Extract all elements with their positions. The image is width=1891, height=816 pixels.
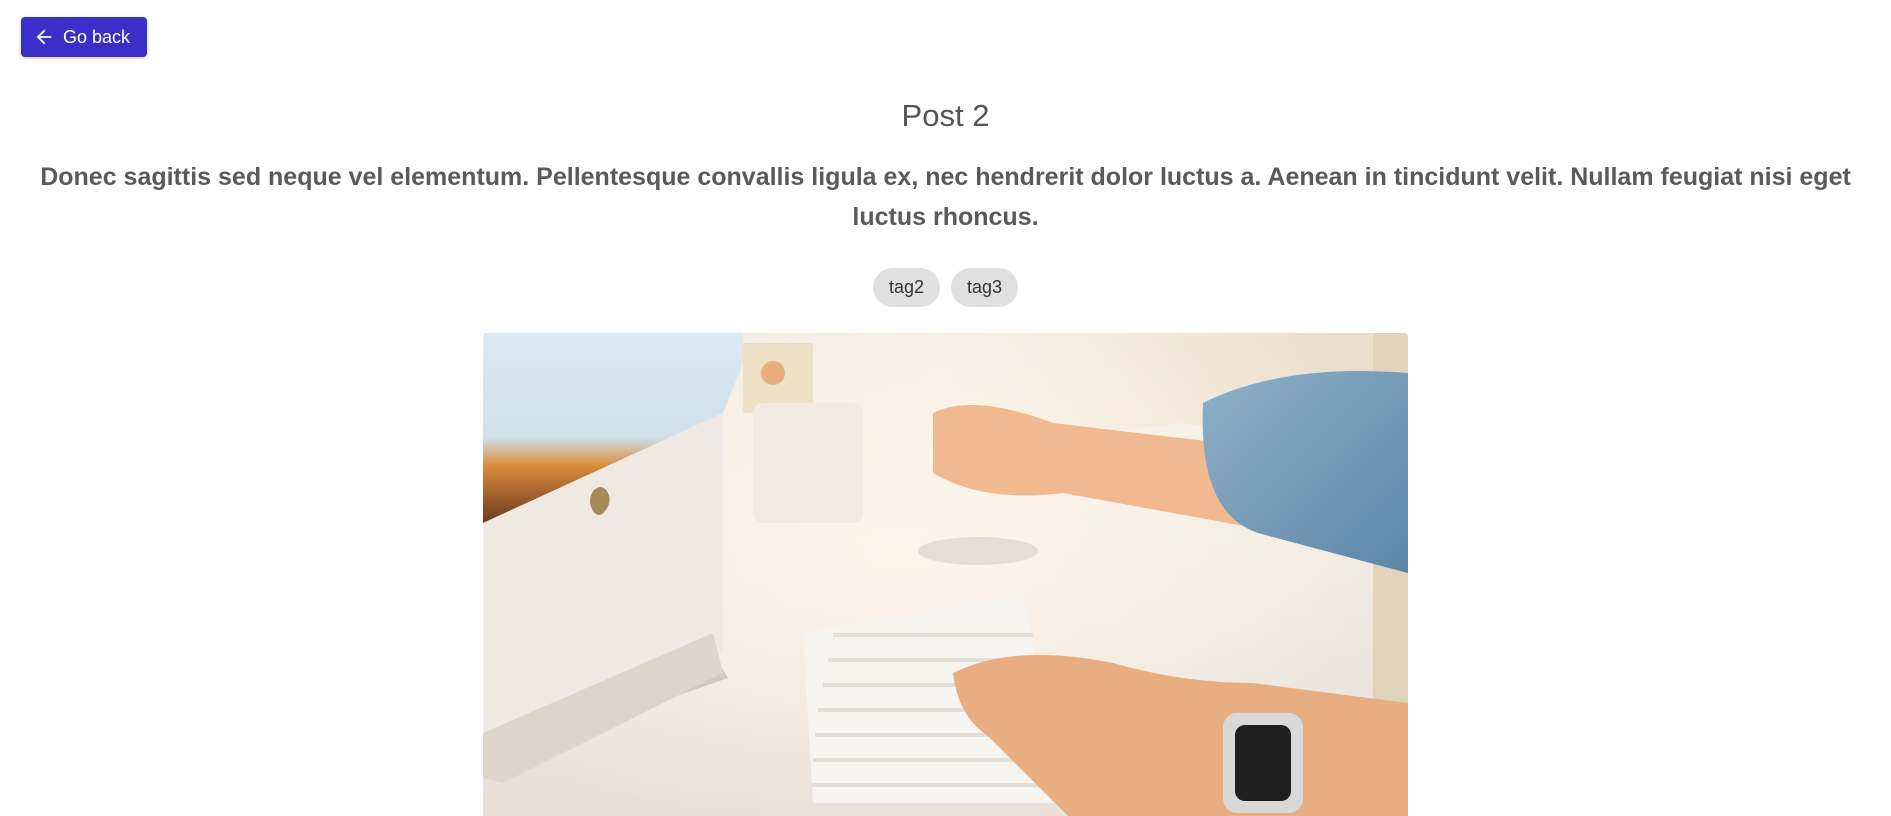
desk-photo [483,333,1408,816]
post-detail-page: Go back Post 2 Donec sagittis sed neque … [0,0,1891,816]
go-back-button[interactable]: Go back [21,17,147,57]
post-summary: Donec sagittis sed neque vel elementum. … [40,163,1851,231]
go-back-label: Go back [63,26,131,47]
arrow-left-icon [33,26,55,48]
tag-chip[interactable]: tag2 [872,268,940,307]
tag-list: tag2 tag3 [0,268,1891,307]
post-title: Post 2 [901,98,990,133]
post-hero-image [483,333,1408,816]
tag-chip[interactable]: tag3 [951,268,1019,307]
